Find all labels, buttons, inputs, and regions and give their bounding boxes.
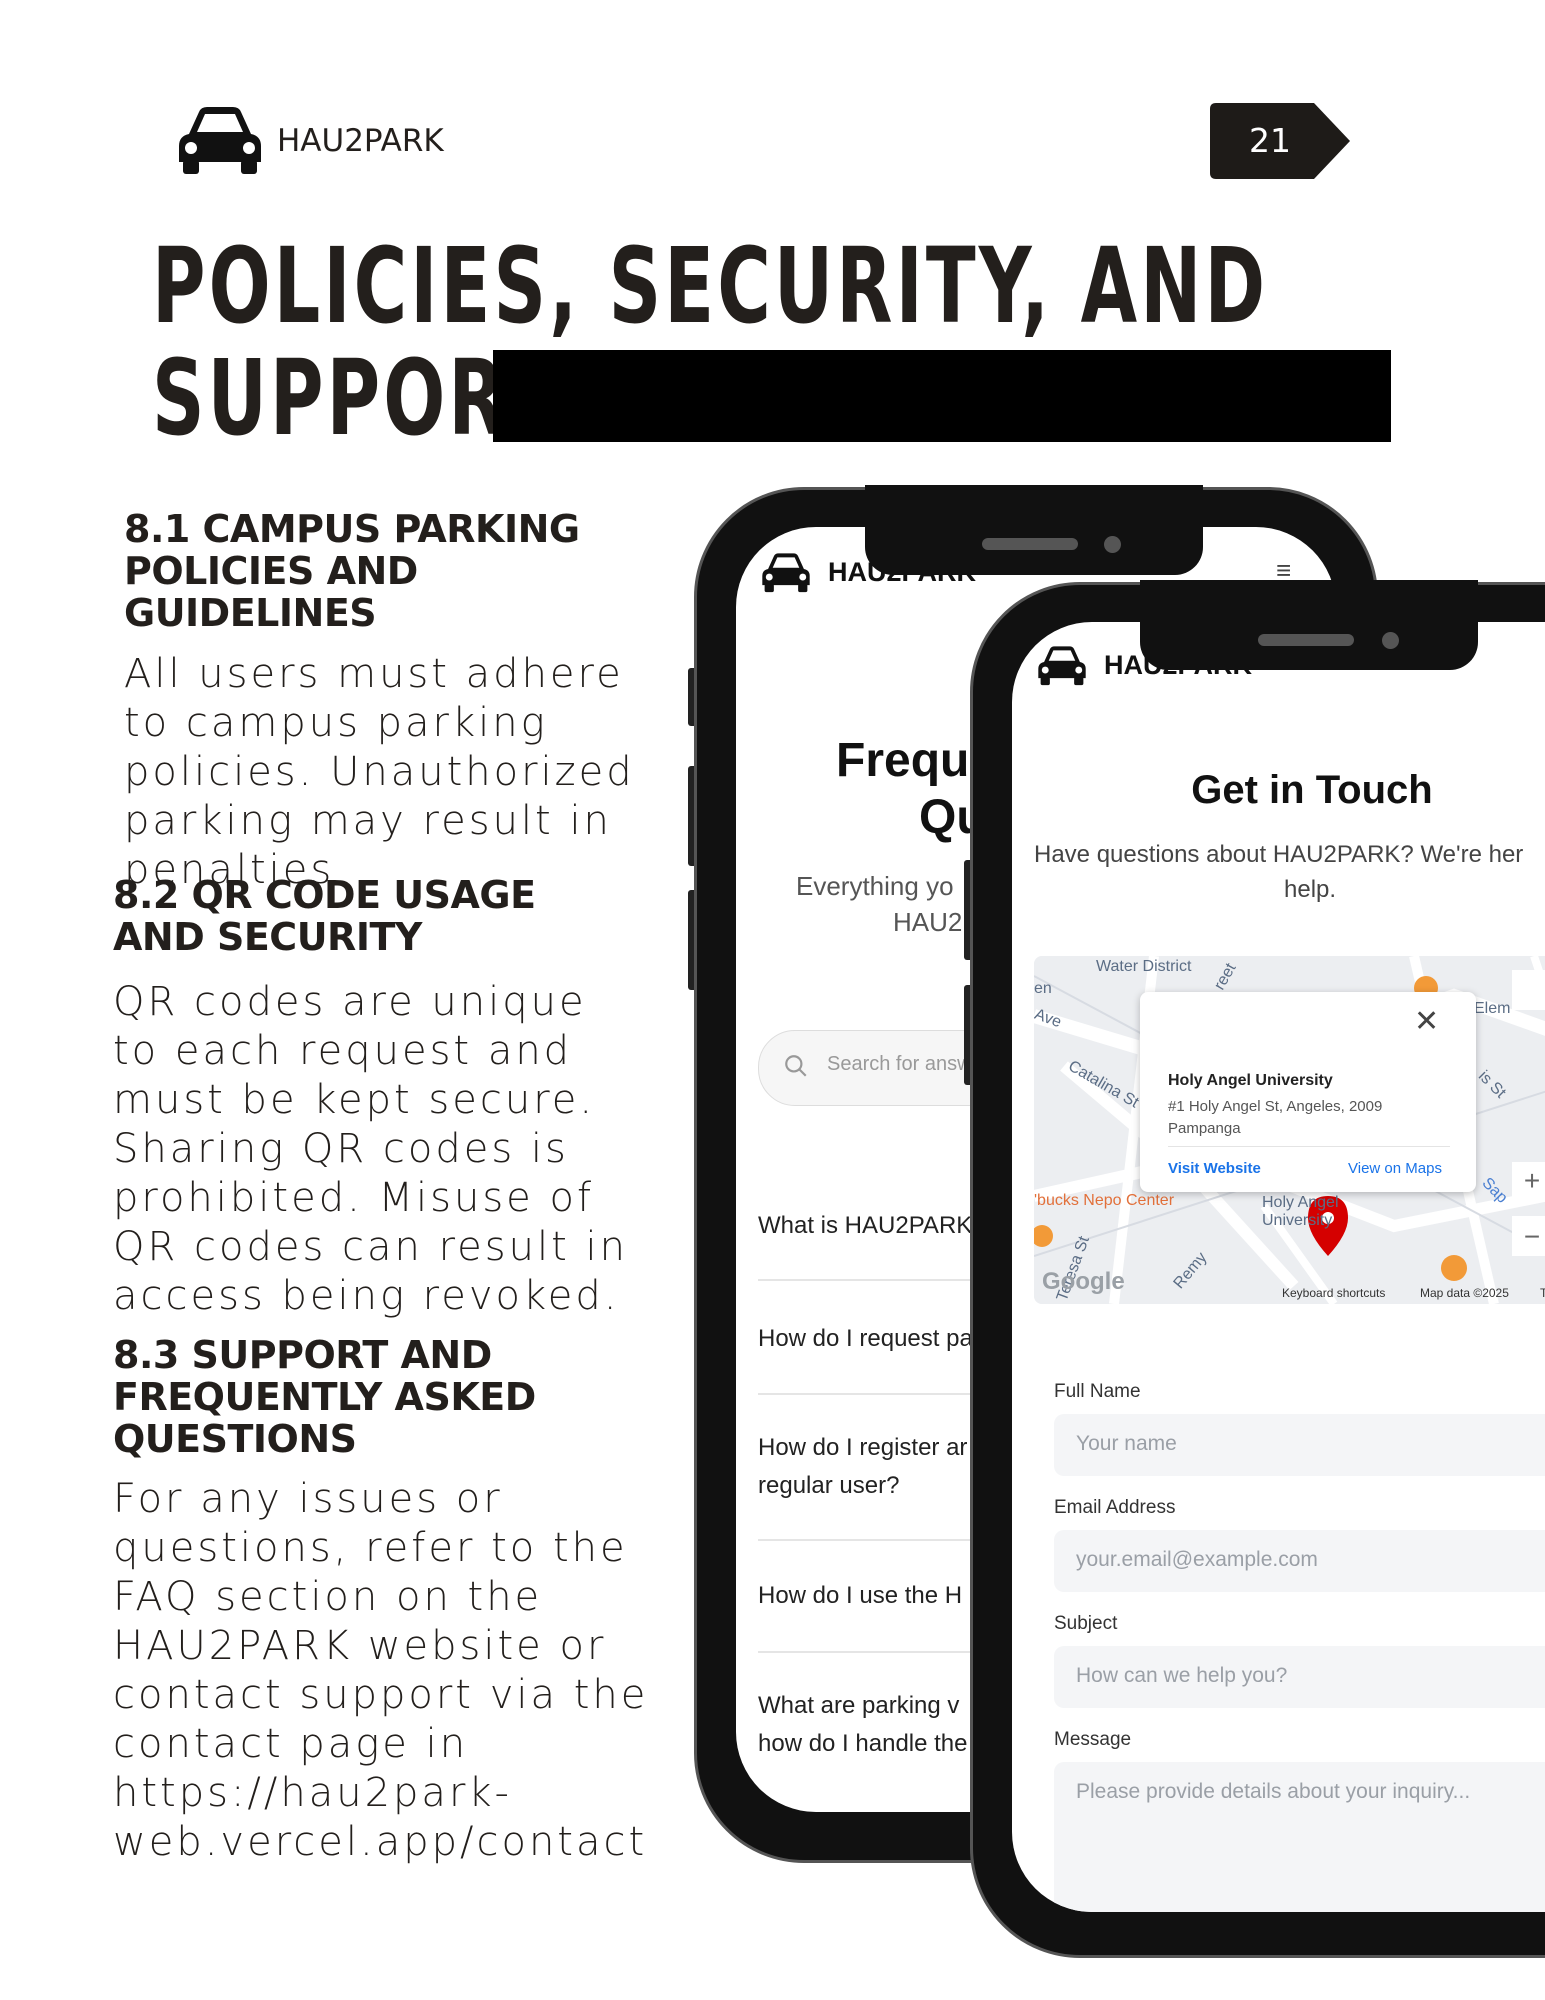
- map-label: en: [1034, 980, 1052, 997]
- map-label: Water District: [1096, 958, 1192, 975]
- subject-label: Subject: [1054, 1613, 1118, 1634]
- brand: HAU2PARK: [175, 101, 495, 181]
- map-info-popup: ✕ Holy Angel University #1 Holy Angel St…: [1140, 992, 1476, 1192]
- map-data-credit: Map data ©2025: [1420, 1286, 1509, 1300]
- phone-notch: [865, 485, 1203, 575]
- faq-subtitle-line2: HAU2: [893, 907, 963, 937]
- google-logo: Google: [1042, 1268, 1125, 1295]
- full-name-field[interactable]: Your name: [1054, 1414, 1545, 1476]
- email-placeholder: your.email@example.com: [1076, 1548, 1318, 1571]
- contact-subtitle-line1: Have questions about HAU2PARK? We're her: [1034, 841, 1524, 868]
- phone-speaker: [1258, 634, 1354, 646]
- message-label: Message: [1054, 1729, 1132, 1750]
- popup-divider: [1168, 1146, 1450, 1147]
- map-terms[interactable]: T: [1540, 1286, 1545, 1300]
- search-placeholder: Search for answ: [827, 1053, 972, 1075]
- contact-title: Get in Touch: [1191, 768, 1433, 812]
- subject-placeholder: How can we help you?: [1076, 1664, 1288, 1687]
- map-label: Holy Angel University: [1262, 1194, 1339, 1229]
- phone-speaker: [982, 538, 1078, 550]
- map-label: 'bucks Nepo Center: [1034, 1192, 1175, 1209]
- visit-website-link[interactable]: Visit Website: [1168, 1160, 1261, 1177]
- phone-camera: [1104, 536, 1121, 553]
- subject-field[interactable]: How can we help you?: [1054, 1646, 1545, 1708]
- phone-contact-screen: HAU2PARK Get in Touch Have questions abo…: [1012, 622, 1545, 1912]
- section-body-qr-security: QR codes are unique to each request and …: [113, 979, 628, 1319]
- search-icon: [785, 1055, 807, 1077]
- section-heading-qr-security: 8.2 QR CODE USAGE AND SECURITY: [113, 873, 536, 959]
- section-body-parking-policies: All users must adhere to campus parking …: [124, 651, 635, 893]
- page-number: 21: [1249, 121, 1291, 160]
- email-field[interactable]: your.email@example.com: [1054, 1530, 1545, 1592]
- place-address: #1 Holy Angel St, Angeles, 2009 Pampanga: [1168, 1098, 1383, 1137]
- car-icon: [1038, 646, 1086, 686]
- car-icon: [762, 553, 810, 593]
- svg-text:−: −: [1524, 1221, 1540, 1252]
- svg-text:+: +: [1524, 1165, 1540, 1196]
- section-body-support-faq: For any issues or questions, refer to th…: [113, 1476, 649, 1865]
- section-heading-support-faq: 8.3 SUPPORT AND FREQUENTLY ASKED QUESTIO…: [113, 1333, 536, 1461]
- phone-camera: [1382, 632, 1399, 649]
- full-name-label: Full Name: [1054, 1381, 1141, 1402]
- brand-name: HAU2PARK: [277, 123, 444, 159]
- map-keyboard-shortcuts[interactable]: Keyboard shortcuts: [1282, 1286, 1385, 1300]
- section-heading-parking-policies: 8.1 CAMPUS PARKING POLICIES AND GUIDELIN…: [124, 507, 580, 635]
- location-map[interactable]: + − Water District reet en Ave Catalina …: [1034, 956, 1545, 1304]
- page-number-badge: 21: [1210, 103, 1350, 179]
- car-icon: [179, 107, 261, 174]
- title-decoration-bar: [493, 350, 1391, 442]
- contact-subtitle-line2: help.: [1284, 876, 1337, 903]
- view-on-maps-link[interactable]: View on Maps: [1348, 1160, 1442, 1177]
- page-title-line1: POLICIES, SECURITY, AND: [152, 225, 1269, 347]
- message-placeholder: Please provide details about your inquir…: [1076, 1780, 1471, 1803]
- full-name-placeholder: Your name: [1076, 1432, 1177, 1455]
- phone-notch: [1140, 580, 1478, 670]
- message-field[interactable]: Please provide details about your inquir…: [1054, 1762, 1545, 1912]
- place-name: Holy Angel University: [1168, 1072, 1333, 1089]
- map-label: Elem: [1474, 1000, 1511, 1017]
- email-label: Email Address: [1054, 1497, 1176, 1518]
- close-icon[interactable]: ✕: [1414, 1004, 1439, 1039]
